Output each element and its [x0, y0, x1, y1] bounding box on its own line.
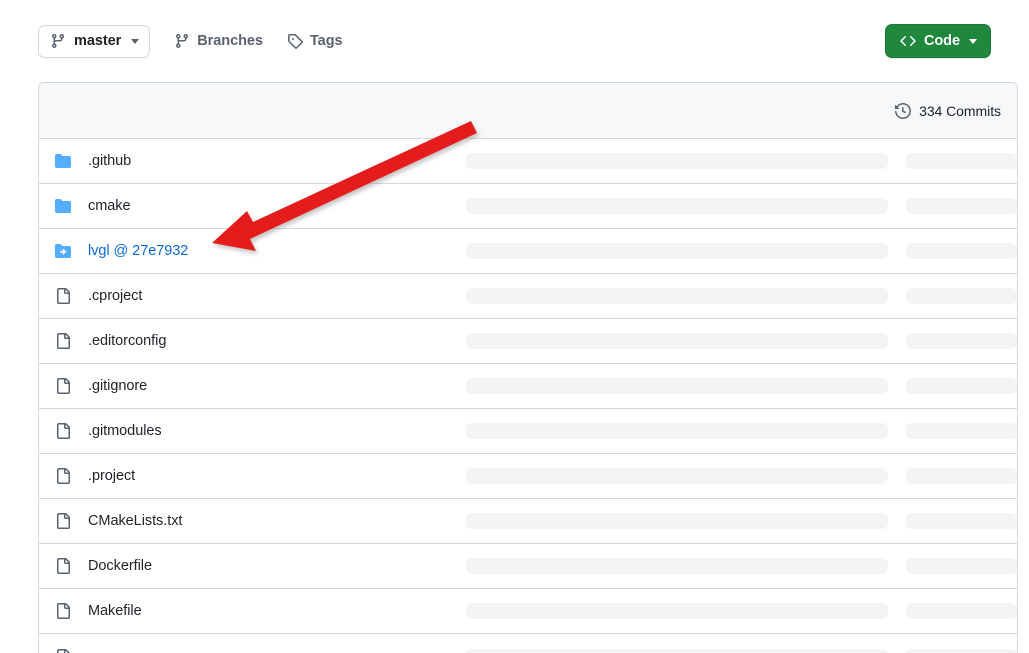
- commit-message-placeholder: [466, 378, 888, 394]
- git-branch-icon: [174, 33, 190, 49]
- commit-message-placeholder: [466, 468, 888, 484]
- commit-message-placeholder: [466, 243, 888, 259]
- file-row[interactable]: Dockerfile: [39, 544, 1017, 589]
- file-row[interactable]: cmake: [39, 184, 1017, 229]
- folder-icon: [55, 198, 71, 214]
- file-row[interactable]: [39, 634, 1017, 653]
- file-icon: [55, 603, 71, 619]
- file-row[interactable]: lvgl @ 27e7932: [39, 229, 1017, 274]
- file-icon: [55, 378, 71, 394]
- code-button-label: Code: [923, 33, 960, 49]
- history-clock-icon: [895, 102, 912, 119]
- submodule-folder-icon: [55, 243, 71, 259]
- repo-toolbar: master Branches Tags Code: [0, 0, 1029, 82]
- branches-link[interactable]: Branches: [174, 29, 263, 53]
- commits-history-link[interactable]: 334 Commits: [895, 103, 1001, 119]
- commit-message-placeholder: [466, 558, 888, 574]
- file-name-link[interactable]: .gitignore: [88, 378, 466, 394]
- file-name-link[interactable]: lvgl @ 27e7932: [88, 243, 466, 259]
- file-rows: .github cmake lvgl @ 27e7932 .cproject .edit…: [39, 139, 1017, 653]
- file-row[interactable]: .cproject: [39, 274, 1017, 319]
- file-name-link[interactable]: .github: [88, 153, 466, 169]
- commit-message-placeholder: [466, 288, 888, 304]
- file-row[interactable]: .gitignore: [39, 364, 1017, 409]
- commit-time-placeholder: [906, 153, 1017, 169]
- file-name-link[interactable]: Makefile: [88, 603, 466, 619]
- commit-message-placeholder: [466, 198, 888, 214]
- commit-message-placeholder: [466, 513, 888, 529]
- file-row[interactable]: .gitmodules: [39, 409, 1017, 454]
- folder-icon: [55, 153, 71, 169]
- file-row[interactable]: Makefile: [39, 589, 1017, 634]
- code-brackets-icon: [900, 33, 916, 49]
- file-name-link[interactable]: .gitmodules: [88, 423, 466, 439]
- commit-time-placeholder: [906, 243, 1017, 259]
- commit-time-placeholder: [906, 513, 1017, 529]
- commit-time-placeholder: [906, 603, 1017, 619]
- commit-time-placeholder: [906, 333, 1017, 349]
- file-name-link[interactable]: .editorconfig: [88, 333, 466, 349]
- chevron-down-icon: [131, 39, 140, 44]
- file-icon: [55, 513, 71, 529]
- file-icon: [55, 468, 71, 484]
- tags-link[interactable]: Tags: [287, 29, 343, 53]
- file-list-container: 334 Commits .github cmake lvgl @ 27e7932 .c…: [38, 82, 1018, 653]
- branch-selector-button[interactable]: master: [38, 24, 151, 58]
- file-icon: [55, 333, 71, 349]
- commit-message-placeholder: [466, 333, 888, 349]
- commit-message-placeholder: [466, 153, 888, 169]
- file-list-header: 334 Commits: [39, 83, 1017, 139]
- commit-time-placeholder: [906, 378, 1017, 394]
- branch-name-label: master: [74, 33, 122, 49]
- commit-time-placeholder: [906, 558, 1017, 574]
- commit-message-placeholder: [466, 423, 888, 439]
- code-download-button[interactable]: Code: [884, 24, 991, 58]
- chevron-down-icon: [969, 39, 977, 44]
- commit-time-placeholder: [906, 423, 1017, 439]
- file-name-link[interactable]: .project: [88, 468, 466, 484]
- branches-label: Branches: [197, 33, 263, 49]
- file-row[interactable]: .editorconfig: [39, 319, 1017, 364]
- commit-message-placeholder: [466, 603, 888, 619]
- file-name-link[interactable]: .cproject: [88, 288, 466, 304]
- github-repo-file-browser: master Branches Tags Code 334 Commits .g…: [0, 0, 1029, 653]
- file-row[interactable]: .github: [39, 139, 1017, 184]
- commit-time-placeholder: [906, 468, 1017, 484]
- commit-time-placeholder: [906, 648, 1017, 653]
- tags-label: Tags: [309, 33, 343, 49]
- file-row[interactable]: CMakeLists.txt: [39, 499, 1017, 544]
- commit-time-placeholder: [906, 198, 1017, 214]
- file-icon: [55, 648, 71, 653]
- file-name-link[interactable]: Dockerfile: [88, 558, 466, 574]
- git-branch-icon: [50, 33, 66, 49]
- file-name-link[interactable]: cmake: [88, 198, 466, 214]
- file-icon: [55, 423, 71, 439]
- file-icon: [55, 288, 71, 304]
- tag-icon: [287, 33, 303, 49]
- file-row[interactable]: .project: [39, 454, 1017, 499]
- commits-count-label: 334 Commits: [919, 102, 1001, 119]
- commit-time-placeholder: [906, 288, 1017, 304]
- commit-message-placeholder: [466, 648, 888, 653]
- file-name-link[interactable]: CMakeLists.txt: [88, 513, 466, 529]
- file-icon: [55, 558, 71, 574]
